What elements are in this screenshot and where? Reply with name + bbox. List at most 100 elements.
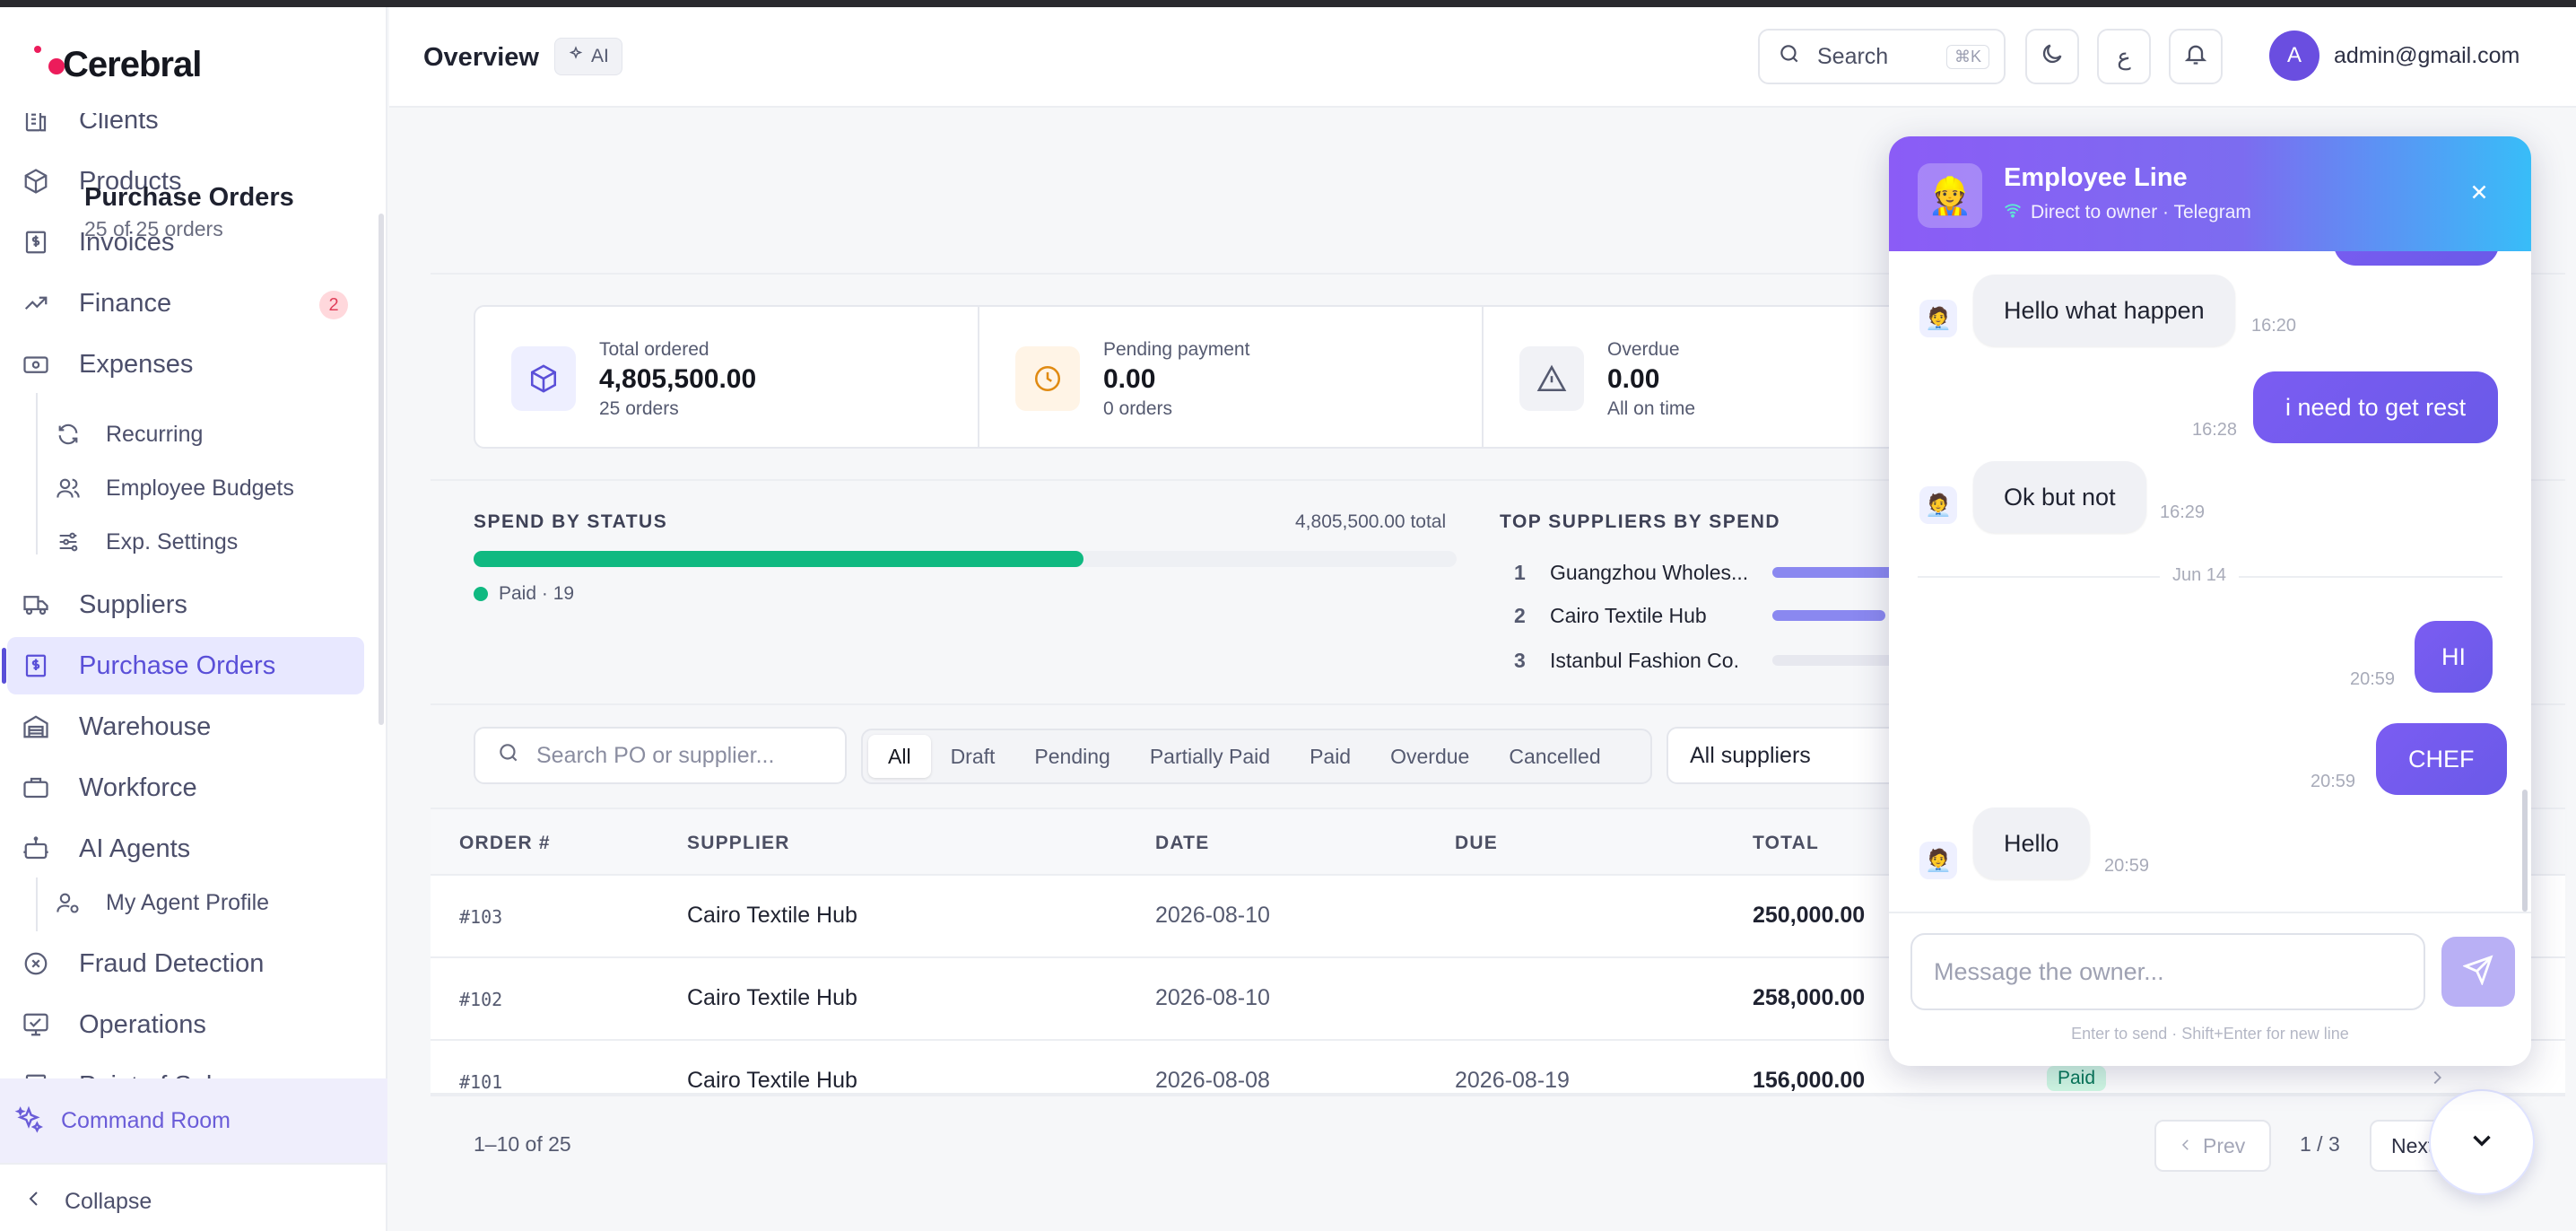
box-icon — [20, 165, 52, 197]
sidebar-item-exp-settings[interactable]: Exp. Settings — [41, 517, 364, 567]
filter-tab-overdue[interactable]: Overdue — [1371, 735, 1489, 778]
column-header[interactable]: ORDER # — [459, 833, 551, 854]
submenu-guide — [36, 877, 38, 931]
filter-tab-partially-paid[interactable]: Partially Paid — [1130, 735, 1290, 778]
language-toggle-label: ع — [2117, 42, 2131, 70]
status-badge: Paid — [2047, 1066, 2107, 1091]
search-shortcut: ⌘K — [1945, 45, 1989, 69]
user-avatar[interactable]: A — [2269, 31, 2319, 81]
chat-toggle-button[interactable] — [2429, 1089, 2535, 1195]
brand-name: Cerebral — [63, 44, 202, 84]
message-time: 16:28 — [2192, 420, 2238, 440]
sidebar-item-ai-agents[interactable]: AI Agents — [7, 820, 364, 877]
ai-chip[interactable]: AI — [554, 38, 622, 75]
supplier-cell: Cairo Textile Hub — [687, 1068, 857, 1093]
stat-sub: 25 orders — [599, 398, 679, 419]
date-cell: 2026-08-10 — [1155, 903, 1270, 928]
po-search-input[interactable]: Search PO or supplier... — [474, 727, 847, 784]
chat-header: 👷 Employee Line Direct to owner · Telegr… — [1889, 136, 2531, 251]
top-header: Overview AI Search ⌘K ع A admin@gmail.co… — [389, 7, 2576, 108]
sidebar-item-suppliers[interactable]: Suppliers — [7, 576, 364, 633]
stat-pending-payment: Pending payment 0.00 0 orders — [979, 307, 1484, 447]
sidebar-item-label: Exp. Settings — [106, 528, 239, 554]
box-icon — [511, 346, 576, 411]
chevron-right-icon[interactable] — [2427, 1068, 2447, 1092]
message-time: 20:59 — [2104, 856, 2150, 876]
sender-avatar-icon: 🧑‍💼 — [1919, 300, 1957, 337]
filter-tab-cancelled[interactable]: Cancelled — [1489, 735, 1620, 778]
supplier-rank: 2 — [1514, 603, 1526, 627]
paid-dot — [474, 587, 488, 601]
supplier-cell: Cairo Textile Hub — [687, 903, 857, 928]
next-label: Next — [2391, 1133, 2434, 1157]
theme-toggle-button[interactable] — [2025, 29, 2079, 84]
search-icon — [1778, 42, 1801, 72]
truck-icon — [20, 589, 52, 621]
total-cell: 258,000.00 — [1753, 985, 1866, 1010]
order-number: #102 — [459, 989, 503, 1010]
sidebar-item-expenses[interactable]: Expenses — [7, 336, 364, 393]
sidebar-item-workforce[interactable]: Workforce — [7, 759, 364, 816]
sidebar-item-warehouse[interactable]: Warehouse — [7, 698, 364, 755]
briefcase-icon — [20, 772, 52, 804]
filter-tab-draft[interactable]: Draft — [931, 735, 1015, 778]
filter-tab-all[interactable]: All — [868, 735, 931, 778]
finance-count-badge: 2 — [319, 291, 348, 319]
column-header[interactable]: DUE — [1455, 833, 1498, 854]
notifications-button[interactable] — [2169, 29, 2223, 84]
sidebar-item-label: AI Agents — [79, 834, 191, 863]
sidebar-item-clients[interactable]: Clients — [7, 113, 364, 149]
sidebar-item-recurring[interactable]: Recurring — [41, 409, 364, 459]
top-suppliers-label: TOP SUPPLIERS BY SPEND — [1500, 511, 1781, 532]
sidebar-item-finance[interactable]: Finance 2 — [7, 275, 364, 332]
brand-logo[interactable]: Cerebral — [34, 39, 202, 90]
filter-tab-paid[interactable]: Paid — [1290, 735, 1371, 778]
sidebar-item-fraud-detection[interactable]: Fraud Detection — [7, 935, 364, 992]
column-header[interactable]: TOTAL — [1753, 833, 1819, 854]
language-toggle-button[interactable]: ع — [2097, 29, 2151, 84]
column-header[interactable]: DATE — [1155, 833, 1209, 854]
due-cell: 2026-08-19 — [1455, 1068, 1570, 1093]
column-header[interactable]: SUPPLIER — [687, 833, 790, 854]
sidebar-item-employee-budgets[interactable]: Employee Budgets — [41, 463, 364, 513]
message-bubble-incoming: Hello — [1973, 808, 2090, 879]
worker-avatar-icon: 👷 — [1918, 163, 1982, 228]
chat-subtitle: Direct to owner · Telegram — [2004, 201, 2251, 224]
refresh-icon — [54, 420, 83, 449]
user-email[interactable]: admin@gmail.com — [2334, 43, 2519, 69]
message-input[interactable]: Message the owner... — [1910, 933, 2425, 1010]
command-room-button[interactable]: Command Room — [0, 1078, 387, 1163]
filter-tab-pending[interactable]: Pending — [1014, 735, 1129, 778]
global-search-button[interactable]: Search ⌘K — [1758, 29, 2006, 84]
chevron-left-icon — [2178, 1134, 2194, 1158]
sidebar-item-my-agent-profile[interactable]: My Agent Profile — [41, 877, 364, 928]
send-button[interactable] — [2441, 937, 2515, 1007]
close-chat-button[interactable] — [2463, 178, 2495, 210]
sidebar-item-label: Operations — [79, 1009, 206, 1039]
sliders-icon — [54, 528, 83, 556]
message-bubble-outgoing: CHEF — [2376, 723, 2507, 795]
chat-messages[interactable]: 🧑‍💼 Hello what happen 16:20 16:28 i need… — [1889, 251, 2531, 912]
collapse-sidebar-button[interactable]: Collapse — [0, 1163, 387, 1231]
sidebar-item-label: My Agent Profile — [106, 889, 270, 915]
prev-page-button[interactable]: Prev — [2154, 1120, 2271, 1172]
sidebar-item-label: Finance — [79, 288, 172, 318]
table-footer-divider — [431, 1095, 2565, 1096]
invoice-icon — [20, 226, 52, 258]
sidebar-item-operations[interactable]: Operations — [7, 996, 364, 1053]
building-icon — [20, 113, 52, 136]
sidebar-scrollbar[interactable] — [379, 214, 384, 725]
total-cell: 156,000.00 — [1753, 1068, 1866, 1093]
chat-title: Employee Line — [2004, 163, 2188, 192]
supplier-filter-select[interactable]: All suppliers — [1667, 727, 1900, 784]
bell-icon — [2183, 41, 2208, 73]
supplier-rank: 1 — [1514, 560, 1526, 584]
close-icon — [2467, 180, 2491, 208]
purchase-orders-title: Purchase Orders — [84, 183, 294, 212]
chat-scrollbar[interactable] — [2522, 790, 2528, 912]
sidebar-item-label: Workforce — [79, 773, 197, 802]
wallet-icon — [20, 348, 52, 380]
collapse-label: Collapse — [65, 1188, 152, 1214]
submenu-guide — [36, 393, 38, 554]
sidebar-item-purchase-orders[interactable]: Purchase Orders — [2, 637, 364, 694]
